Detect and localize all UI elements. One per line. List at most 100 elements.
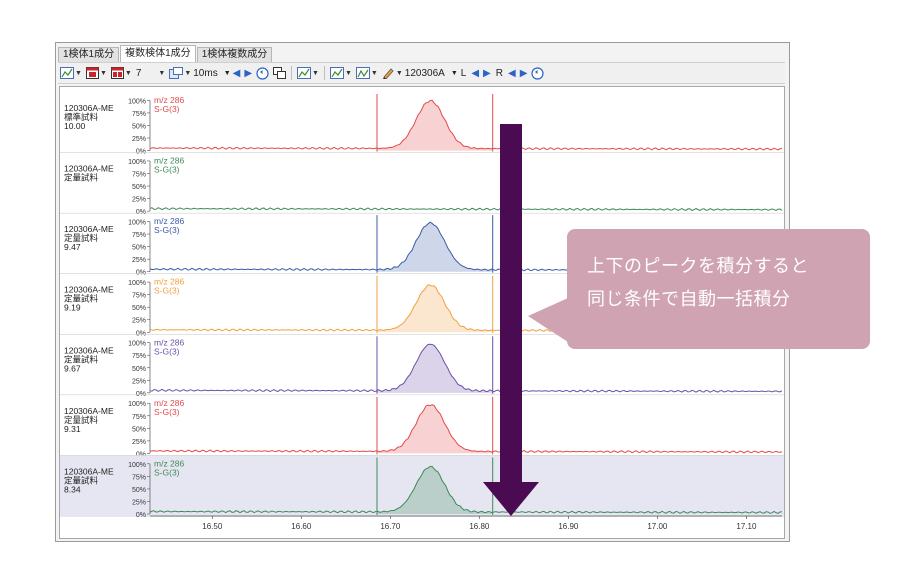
y-tick-label: 50%	[132, 245, 146, 252]
x-tick-label: 17.10	[736, 522, 757, 531]
interval-value: 10ms	[193, 67, 218, 79]
window-red-icon	[85, 67, 99, 79]
callout-tail	[528, 298, 568, 342]
y-tick-label: 75%	[132, 414, 146, 421]
y-tick-label: 100%	[128, 159, 146, 166]
chart-icon	[329, 67, 344, 79]
y-tick-label: 100%	[128, 98, 146, 105]
y-tick-label: 0%	[136, 391, 146, 398]
chevron-down-icon: ▼	[395, 69, 403, 77]
compound-label: S-G(3)	[154, 286, 180, 296]
compound-label: S-G(3)	[154, 407, 180, 417]
peak-area	[376, 344, 493, 393]
overlay-icon	[273, 67, 287, 79]
next-button[interactable]: ▶	[244, 68, 252, 79]
chevron-down-icon: ▼	[312, 69, 319, 77]
window-red-icon	[110, 67, 124, 79]
y-tick-label: 50%	[132, 305, 146, 312]
right-prev-button[interactable]: ◀	[508, 68, 516, 79]
sample-value: 9.47	[64, 242, 81, 252]
view-tabs: 1検体1成分 複数検体1成分 1検体複数成分	[58, 45, 273, 62]
interval-select[interactable]: 10ms ▼	[193, 68, 230, 79]
chromatogram-trace	[149, 343, 783, 393]
peak-area	[376, 222, 493, 272]
y-tick-label: 0%	[136, 512, 146, 519]
prev-button[interactable]: ◀	[233, 68, 241, 79]
y-tick-label: 100%	[128, 462, 146, 469]
callout-line-2: 同じ条件で自動一括積分	[587, 289, 791, 309]
reset-markers-button[interactable]	[531, 65, 544, 81]
y-tick-label: 25%	[132, 197, 146, 204]
x-tick-label: 16.80	[469, 522, 490, 531]
compound-label: S-G(3)	[154, 104, 180, 114]
y-tick-label: 25%	[132, 499, 146, 506]
down-arrow-icon	[483, 482, 539, 516]
y-tick-label: 50%	[132, 487, 146, 494]
sample-value: 9.31	[64, 424, 81, 434]
edit-button[interactable]: ▼	[382, 65, 403, 81]
chromatogram-trace	[149, 404, 783, 454]
annotation-callout: 上下のピークを積分すると 同じ条件で自動一括積分	[567, 229, 870, 349]
x-tick-label: 16.60	[291, 522, 312, 531]
count-value[interactable]: 7	[136, 68, 142, 79]
y-tick-label: 50%	[132, 426, 146, 433]
overlay-button[interactable]	[273, 65, 287, 81]
zoom-chart-button[interactable]: ▼	[297, 65, 319, 81]
chevron-down-icon: ▼	[344, 69, 352, 77]
compound-label: S-G(3)	[154, 225, 180, 235]
x-tick-label: 16.70	[380, 522, 401, 531]
count-dropdown[interactable]: ▼	[157, 65, 165, 81]
y-tick-label: 50%	[132, 184, 146, 191]
y-tick-label: 75%	[132, 293, 146, 300]
tab-multi-sample-single-component[interactable]: 複数検体1成分	[120, 45, 196, 62]
y-tick-label: 75%	[132, 232, 146, 239]
y-tick-label: 75%	[132, 171, 146, 178]
tab-single-sample-single-component[interactable]: 1検体1成分	[58, 47, 120, 62]
y-tick-label: 75%	[132, 474, 146, 481]
chart-icon	[60, 67, 74, 79]
y-tick-label: 25%	[132, 136, 146, 143]
layout-button-2[interactable]: ▼	[110, 65, 132, 81]
sample-select[interactable]: 120306A ▼	[405, 68, 458, 79]
sample-value: 8.34	[64, 484, 81, 494]
peak-area	[376, 404, 493, 454]
peak-area	[376, 100, 493, 151]
reset-button[interactable]	[256, 65, 269, 81]
chromatogram-trace	[149, 99, 783, 151]
sample-type: 定量試料	[64, 173, 99, 183]
copy-icon	[169, 67, 184, 79]
layout-button-1[interactable]: ▼	[85, 65, 107, 81]
right-next-button[interactable]: ▶	[520, 68, 528, 79]
y-tick-label: 0%	[136, 149, 146, 156]
compound-label: S-G(3)	[154, 467, 180, 477]
y-tick-label: 25%	[132, 439, 146, 446]
y-tick-label: 100%	[128, 401, 146, 408]
chevron-down-icon: ▼	[99, 69, 107, 77]
peak-area	[376, 284, 493, 333]
y-tick-label: 100%	[128, 341, 146, 348]
refresh-icon	[531, 66, 544, 80]
right-marker-label: R	[495, 67, 503, 79]
sample-value: 10.00	[64, 121, 86, 131]
copy-button[interactable]: ▼	[169, 65, 191, 81]
y-tick-label: 100%	[128, 280, 146, 287]
baseline-chart-button[interactable]: ▼	[355, 65, 378, 81]
chevron-down-icon: ▼	[223, 69, 231, 77]
sample-select-value: 120306A	[404, 67, 445, 79]
y-tick-label: 25%	[132, 318, 146, 325]
left-marker-label: L	[460, 67, 467, 79]
chromatogram-trace	[149, 207, 783, 211]
chevron-down-icon: ▼	[184, 69, 192, 77]
tab-single-sample-multi-component[interactable]: 1検体複数成分	[196, 47, 273, 62]
x-tick-label: 16.90	[558, 522, 579, 531]
y-tick-label: 0%	[136, 330, 146, 337]
y-tick-label: 25%	[132, 257, 146, 264]
y-tick-label: 75%	[132, 353, 146, 360]
toolbar: ▼ ▼ ▼ 7 ▼ ▼ 10ms ▼ ◀ ▶ ▼ ▼ ▼ ▼ 120306A ▼…	[58, 62, 785, 84]
sample-value: 9.19	[64, 303, 81, 313]
down-arrow-shaft	[500, 124, 522, 484]
left-prev-button[interactable]: ◀	[471, 68, 479, 79]
left-next-button[interactable]: ▶	[483, 68, 491, 79]
chart-view-button[interactable]: ▼	[60, 65, 82, 81]
peak-chart-button[interactable]: ▼	[329, 65, 352, 81]
